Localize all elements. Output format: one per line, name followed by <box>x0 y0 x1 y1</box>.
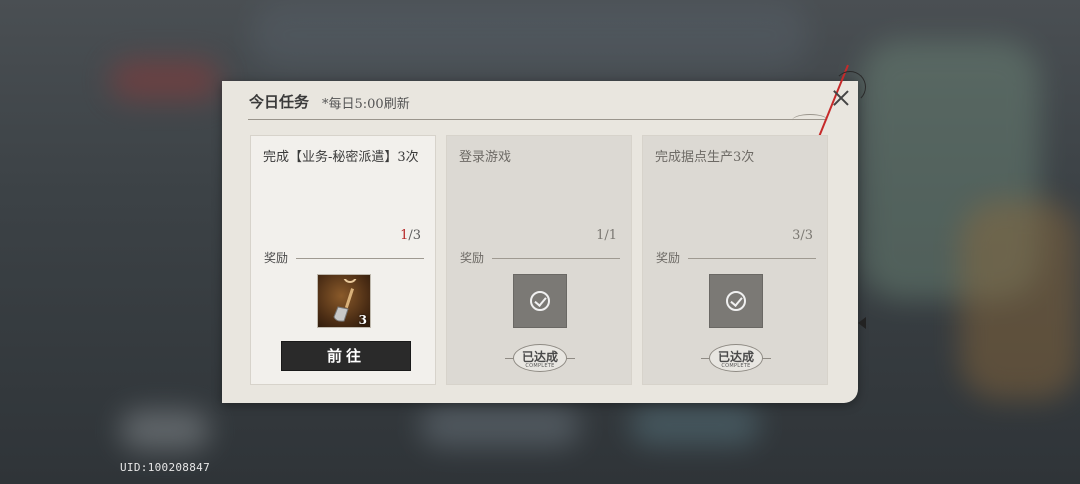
daily-tasks-dialog: 今日任务 *每日5:00刷新 完成【业务-秘密派遣】3次 1/3 奖励 3 前往… <box>222 64 866 403</box>
reward-quantity: 3 <box>358 313 367 327</box>
complete-stamp: 已达成 COMPLETE <box>505 342 575 374</box>
reward-divider <box>688 258 816 259</box>
task-progress: 1/1 <box>596 228 617 243</box>
close-icon[interactable] <box>828 86 854 112</box>
task-card-login: 登录游戏 1/1 奖励 已达成 COMPLETE <box>446 135 632 385</box>
reward-claimed-item <box>513 274 567 328</box>
task-name: 完成据点生产3次 <box>655 150 755 165</box>
task-name: 登录游戏 <box>459 150 512 165</box>
dialog-title: 今日任务 <box>249 93 310 111</box>
check-icon <box>530 291 550 311</box>
header-divider <box>248 119 826 120</box>
uid-label: UID:100208847 <box>120 461 210 474</box>
task-name: 完成【业务-秘密派遣】3次 <box>263 150 419 165</box>
reward-divider <box>492 258 620 259</box>
reward-claimed-item <box>709 274 763 328</box>
go-button[interactable]: 前往 <box>281 341 411 371</box>
task-card-production: 完成据点生产3次 3/3 奖励 已达成 COMPLETE <box>642 135 828 385</box>
refresh-note: *每日5:00刷新 <box>322 97 410 112</box>
reward-label: 奖励 <box>460 251 485 265</box>
complete-stamp: 已达成 COMPLETE <box>701 342 771 374</box>
reward-label: 奖励 <box>264 251 289 265</box>
task-card-secret-dispatch: 完成【业务-秘密派遣】3次 1/3 奖励 3 前往 <box>250 135 436 385</box>
check-icon <box>726 291 746 311</box>
task-progress: 1/3 <box>400 228 421 243</box>
reward-divider <box>296 258 424 259</box>
reward-label: 奖励 <box>656 251 681 265</box>
task-progress: 3/3 <box>792 228 813 243</box>
reward-item-shovel[interactable]: 3 <box>317 274 371 328</box>
